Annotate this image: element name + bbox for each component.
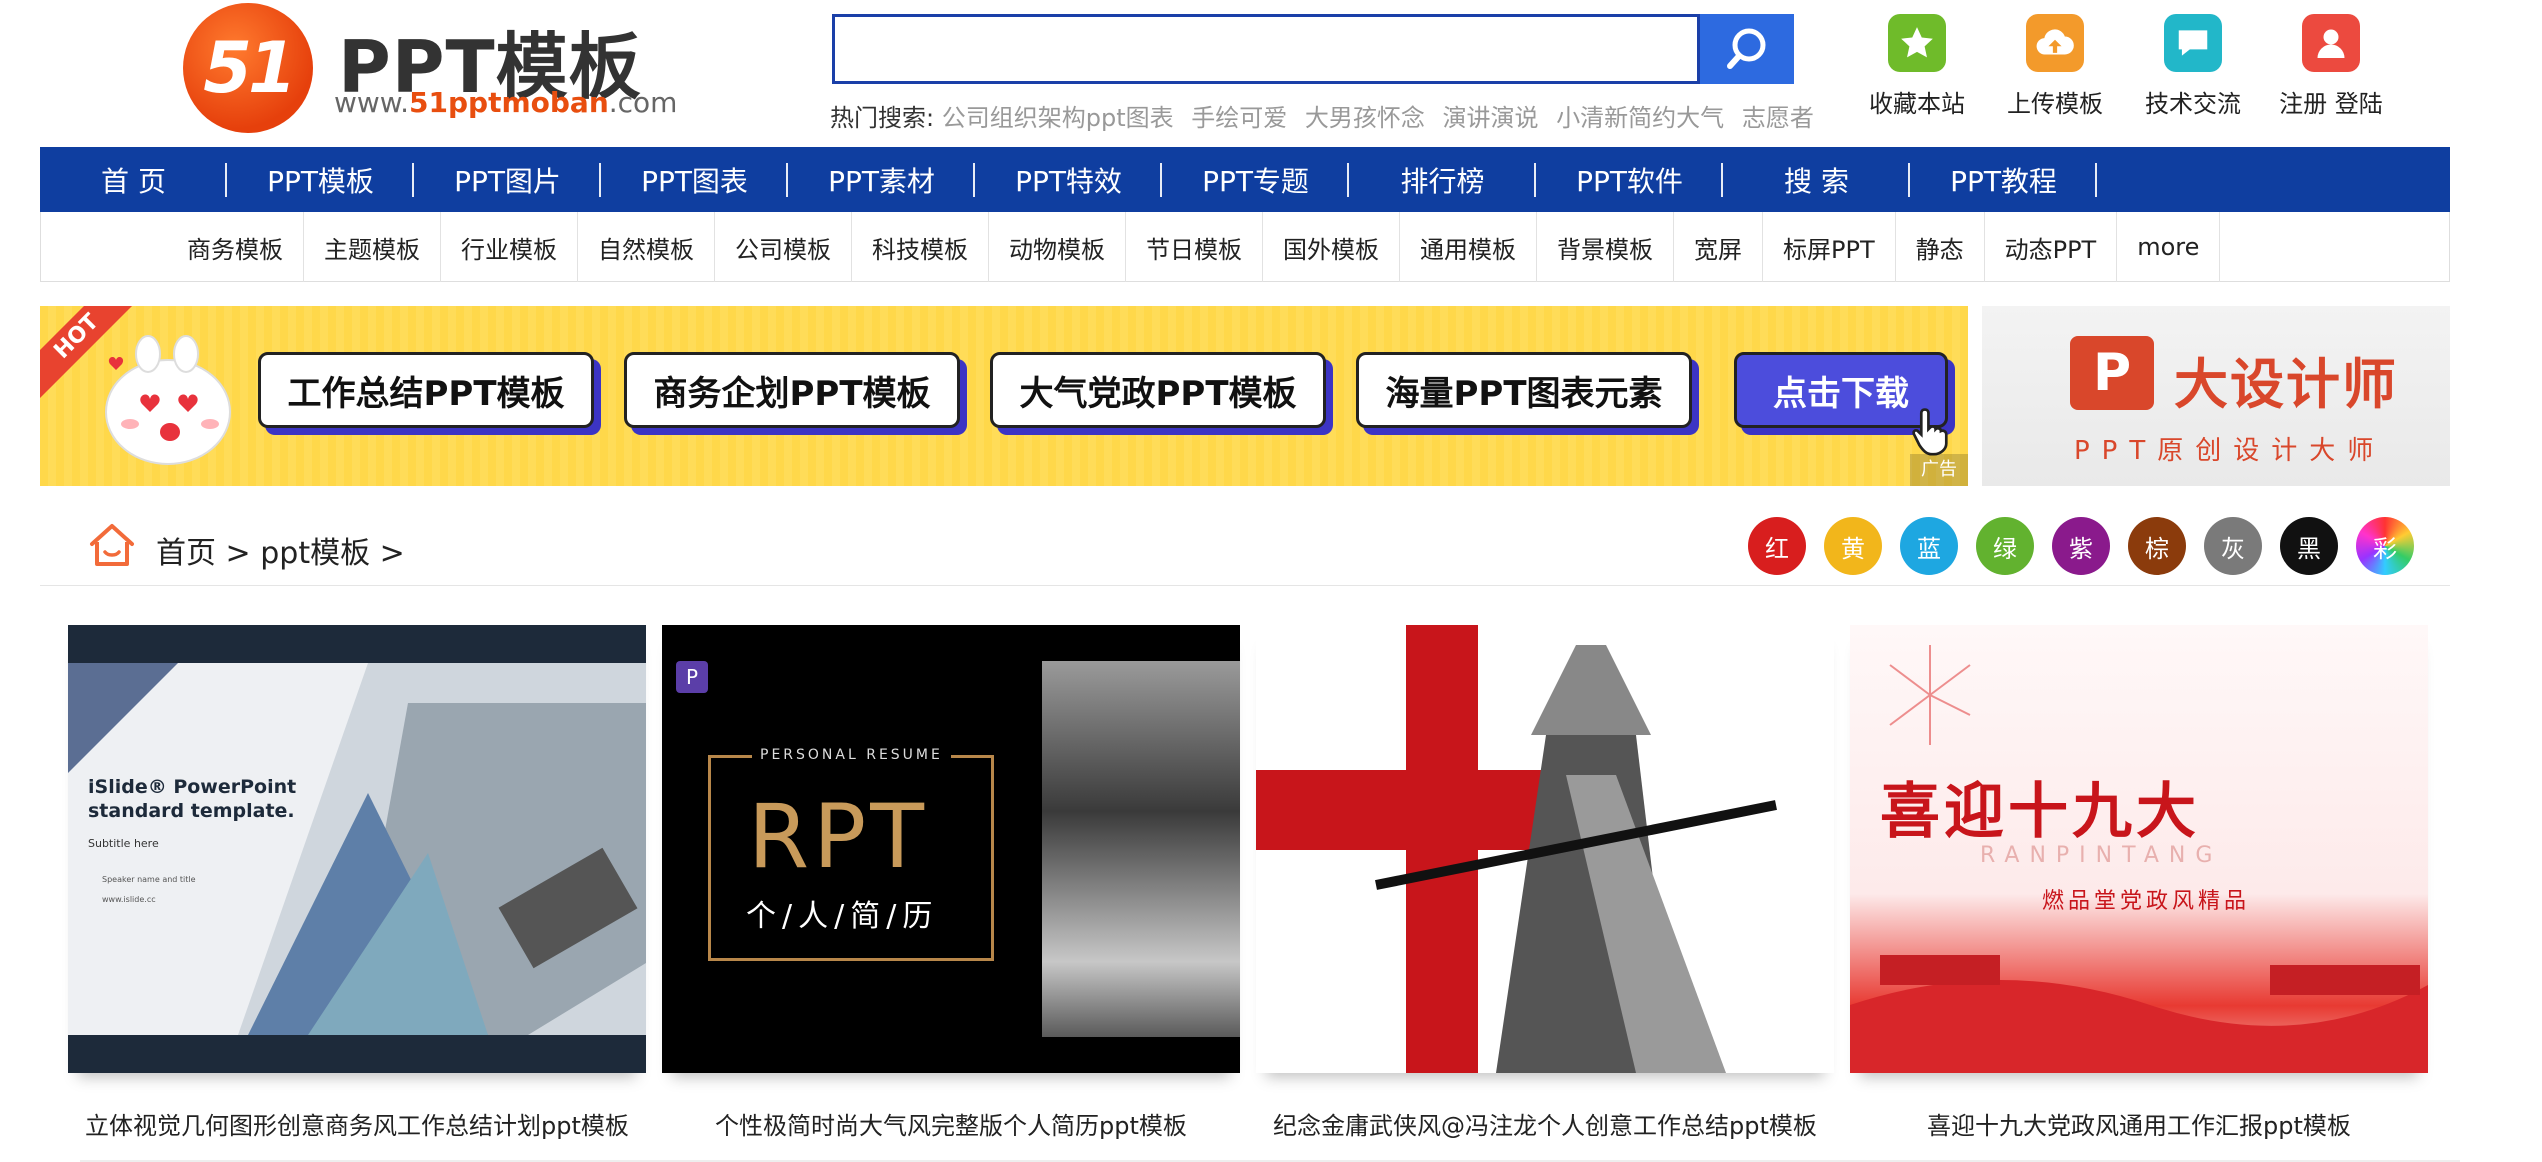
logo-badge[interactable]: 51 (183, 3, 313, 133)
designer-banner-subtitle: PPT原创设计大师 (2074, 436, 2386, 466)
thumb-title: iSlide® PowerPoint standard template. (88, 776, 297, 822)
color-filter-red[interactable]: 红 (1748, 517, 1806, 575)
home-icon[interactable] (88, 522, 136, 568)
tech-exchange-button[interactable]: 技术交流 (2128, 14, 2258, 119)
banner-pill-charts[interactable]: 海量PPT图表元素 (1356, 352, 1692, 428)
search-button[interactable] (1700, 14, 1794, 84)
subnav-item[interactable]: 动物模板 (989, 212, 1126, 282)
nav-ppt-images[interactable]: PPT图片 (414, 147, 601, 212)
breadcrumb: 首页 > ppt模板 > (156, 536, 405, 571)
thumb-title: 喜迎十九大 (1880, 777, 2200, 847)
subnav-item[interactable]: 背景模板 (1537, 212, 1674, 282)
banner-pill-party-gov[interactable]: 大气党政PPT模板 (990, 352, 1326, 428)
subnav-item[interactable]: 静态 (1896, 212, 1985, 282)
logo-url: www.51pptmoban.com (334, 86, 678, 119)
subnav-item[interactable]: 行业模板 (441, 212, 578, 282)
color-filter-multicolor[interactable]: 彩 (2356, 517, 2414, 575)
main-nav: 首 页 PPT模板 PPT图片 PPT图表 PPT素材 PPT特效 PPT专题 … (40, 147, 2450, 212)
nav-ppt-tutorials[interactable]: PPT教程 (1910, 147, 2097, 212)
search-icon (1727, 28, 1766, 69)
template-card-1[interactable]: iSlide® PowerPoint standard template. Su… (68, 625, 646, 1073)
upload-template-button[interactable]: 上传模板 (1990, 14, 2120, 119)
nav-ppt-templates[interactable]: PPT模板 (227, 147, 414, 212)
resume-logo-icon: P (676, 661, 708, 693)
hot-keyword[interactable]: 公司组织架构ppt图表 (942, 104, 1174, 132)
subnav-item[interactable]: 公司模板 (715, 212, 852, 282)
nav-home[interactable]: 首 页 (40, 147, 227, 212)
designer-banner[interactable]: P 大设计师 PPT原创设计大师 (1982, 306, 2450, 486)
color-filter-black[interactable]: 黑 (2280, 517, 2338, 575)
promo-banner[interactable]: HOT 工作总结PPT模板 商务企划PPT模板 大气党政PPT模板 海量PPT图… (40, 306, 1968, 486)
hot-keyword[interactable]: 大男孩怀念 (1305, 104, 1425, 132)
sub-nav: 商务模板 主题模板 行业模板 自然模板 公司模板 科技模板 动物模板 节日模板 … (40, 212, 2450, 282)
template-card-caption[interactable]: 纪念金庸武侠风@冯注龙个人创意工作总结ppt模板 (1256, 1106, 1834, 1141)
search-box (832, 14, 1700, 84)
color-filter-purple[interactable]: 紫 (2052, 517, 2110, 575)
color-filter-brown[interactable]: 棕 (2128, 517, 2186, 575)
user-icon (2302, 14, 2360, 72)
subnav-item[interactable]: 动态PPT (1985, 212, 2118, 282)
nav-ppt-effects[interactable]: PPT特效 (975, 147, 1162, 212)
subnav-item[interactable]: 通用模板 (1400, 212, 1537, 282)
chat-icon (2164, 14, 2222, 72)
subnav-item[interactable]: 自然模板 (578, 212, 715, 282)
ad-tag: 广告 (1910, 454, 1968, 486)
template-card-2[interactable]: P PERSONAL RESUME RPT 个/人/简/历 (662, 625, 1240, 1073)
template-card-4[interactable]: 喜迎十九大 RANPINTANG 燃品堂党政风精品 (1850, 625, 2428, 1073)
thumb-title: RPT (748, 785, 928, 888)
pointer-hand-icon (1912, 408, 1948, 456)
banner-pill-work-summary[interactable]: 工作总结PPT模板 (258, 352, 594, 428)
hot-search-label: 热门搜索: (830, 104, 935, 132)
subnav-item[interactable]: 标屏PPT (1763, 212, 1896, 282)
color-filter-gray[interactable]: 灰 (2204, 517, 2262, 575)
portrait-photo (1042, 661, 1240, 1037)
hot-keyword[interactable]: 小清新简约大气 (1556, 104, 1724, 132)
hot-keyword[interactable]: 演讲演说 (1443, 104, 1539, 132)
divider (40, 585, 2450, 586)
breadcrumb-section[interactable]: ppt模板 (260, 536, 370, 571)
ppt-logo-icon: P (2070, 336, 2154, 410)
color-filter-blue[interactable]: 蓝 (1900, 517, 1958, 575)
banner-pill-business[interactable]: 商务企划PPT模板 (624, 352, 960, 428)
subnav-item[interactable]: 国外模板 (1263, 212, 1400, 282)
star-icon (1888, 14, 1946, 72)
nav-ppt-materials[interactable]: PPT素材 (788, 147, 975, 212)
nav-ppt-software[interactable]: PPT软件 (1536, 147, 1723, 212)
hot-search-row: 热门搜索: 公司组织架构ppt图表 手绘可爱 大男孩怀念 演讲演说 小清新简约大… (830, 98, 1824, 133)
nav-ppt-topics[interactable]: PPT专题 (1162, 147, 1349, 212)
template-card-caption[interactable]: 立体视觉几何图形创意商务风工作总结计划ppt模板 (68, 1106, 646, 1141)
hot-keyword[interactable]: 志愿者 (1742, 104, 1814, 132)
bookmark-site-button[interactable]: 收藏本站 (1852, 14, 1982, 119)
template-card-3[interactable] (1256, 625, 1834, 1073)
hot-keyword[interactable]: 手绘可爱 (1191, 104, 1287, 132)
template-card-caption[interactable]: 喜迎十九大党政风通用工作汇报ppt模板 (1850, 1106, 2428, 1141)
color-filter-green[interactable]: 绿 (1976, 517, 2034, 575)
nav-ppt-charts[interactable]: PPT图表 (601, 147, 788, 212)
subnav-item[interactable]: 节日模板 (1126, 212, 1263, 282)
color-filter: 红 黄 蓝 绿 紫 棕 灰 黑 彩 (1748, 517, 2414, 575)
upload-cloud-icon (2026, 14, 2084, 72)
subnav-item[interactable]: 商务模板 (167, 212, 304, 282)
search-input[interactable] (835, 17, 1697, 81)
subnav-item[interactable]: 主题模板 (304, 212, 441, 282)
nav-ranking[interactable]: 排行榜 (1349, 147, 1536, 212)
subnav-more[interactable]: more (2117, 212, 2221, 282)
color-filter-yellow[interactable]: 黄 (1824, 517, 1882, 575)
breadcrumb-home[interactable]: 首页 (156, 536, 216, 571)
template-card-caption[interactable]: 个性极简时尚大气风完整版个人简历ppt模板 (662, 1106, 1240, 1141)
register-login-button[interactable]: 注册 登陆 (2266, 14, 2396, 119)
nav-search[interactable]: 搜 索 (1723, 147, 1910, 212)
subnav-item[interactable]: 宽屏 (1674, 212, 1763, 282)
designer-banner-title: 大设计师 (2174, 353, 2398, 416)
thumbnail-swordsman (1256, 625, 1834, 1073)
subnav-item[interactable]: 科技模板 (852, 212, 989, 282)
mascot-icon (105, 335, 231, 465)
